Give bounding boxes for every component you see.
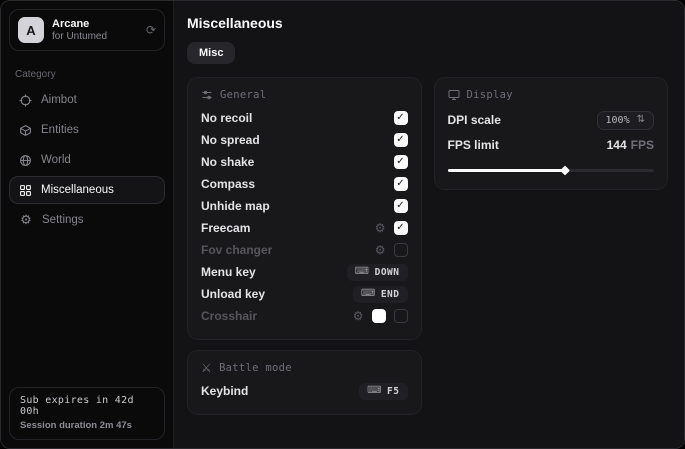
no-recoil-checkbox[interactable]: ✓ [394, 111, 408, 125]
check-icon: ✓ [396, 179, 404, 189]
setting-row-keybind: Keybind ⌨ F5 [201, 380, 408, 402]
battle-panel-title: Battle mode [219, 362, 292, 374]
crosshair-checkbox[interactable] [394, 309, 408, 323]
setting-row-compass: Compass ✓ [201, 173, 408, 195]
sidebar-item-label: Settings [42, 214, 84, 226]
setting-row-dpi-scale: DPI scale 100% ⇅ [448, 107, 655, 133]
freecam-gear-icon[interactable]: ⚙ [375, 222, 386, 234]
fov-changer-gear-icon[interactable]: ⚙ [375, 244, 386, 256]
compass-checkbox[interactable]: ✓ [394, 177, 408, 191]
menu-key-button[interactable]: ⌨ DOWN [347, 264, 408, 281]
subscription-card: Sub expires in 42d 00h Session duration … [9, 387, 165, 440]
fps-unit: FPS [631, 138, 654, 152]
setting-row-crosshair: Crosshair ⚙ [201, 305, 408, 327]
setting-row-unhide-map: Unhide map ✓ [201, 195, 408, 217]
battle-panel-header: ⚔ Battle mode [201, 362, 408, 374]
tab-misc[interactable]: Misc [187, 42, 235, 64]
dpi-scale-select[interactable]: 100% ⇅ [597, 111, 654, 130]
crosshair-icon [19, 94, 32, 107]
sidebar-nav: Aimbot Entities World Miscellaneous [1, 86, 173, 234]
sidebar-item-label: Miscellaneous [41, 184, 114, 196]
sliders-icon [201, 89, 213, 101]
keyboard-icon: ⌨ [367, 386, 382, 396]
setting-row-no-recoil: No recoil ✓ [201, 107, 408, 129]
keyboard-icon: ⌨ [361, 289, 376, 299]
sidebar-item-miscellaneous[interactable]: Miscellaneous [9, 176, 165, 204]
brand-card[interactable]: A Arcane for Untumed ⟳ [9, 9, 165, 51]
no-shake-checkbox[interactable]: ✓ [394, 155, 408, 169]
slider-thumb[interactable] [560, 166, 570, 176]
page-title: Miscellaneous [187, 15, 668, 31]
general-panel-header: General [201, 89, 408, 101]
setting-row-fps-limit: FPS limit 144FPS [448, 133, 655, 157]
no-spread-checkbox[interactable]: ✓ [394, 133, 408, 147]
crosshair-color-swatch[interactable] [372, 309, 386, 323]
session-duration-text: Session duration 2m 47s [20, 420, 154, 431]
sidebar-item-settings[interactable]: ⚙ Settings [9, 206, 165, 234]
tab-bar: Misc [187, 42, 668, 64]
refresh-icon[interactable]: ⟳ [146, 24, 156, 36]
battle-keybind-button[interactable]: ⌨ F5 [359, 383, 407, 400]
brand-text: Arcane for Untumed [52, 18, 138, 42]
keyboard-icon: ⌨ [355, 267, 370, 277]
check-icon: ✓ [396, 135, 404, 145]
setting-row-no-shake: No shake ✓ [201, 151, 408, 173]
sidebar-item-world[interactable]: World [9, 146, 165, 174]
monitor-icon [448, 89, 460, 101]
display-panel-title: Display [467, 89, 513, 101]
category-label: Category [15, 69, 159, 80]
setting-row-freecam: Freecam ⚙ ✓ [201, 217, 408, 239]
gear-icon: ⚙ [19, 214, 33, 227]
avatar: A [18, 17, 44, 43]
setting-row-fov-changer: Fov changer ⚙ [201, 239, 408, 261]
check-icon: ✓ [396, 113, 404, 123]
updown-arrows-icon: ⇅ [637, 115, 645, 125]
brand-subtitle: for Untumed [52, 31, 138, 43]
unhide-map-checkbox[interactable]: ✓ [394, 199, 408, 213]
sidebar-item-label: Aimbot [41, 94, 77, 106]
unload-key-button[interactable]: ⌨ END [353, 286, 408, 303]
sub-expiry-text: Sub expires in 42d 00h [20, 395, 154, 417]
general-panel-title: General [220, 89, 266, 101]
sidebar: A Arcane for Untumed ⟳ Category Aimbot E… [1, 1, 174, 448]
display-panel-header: Display [448, 89, 655, 101]
brand-title: Arcane [52, 18, 138, 31]
check-icon: ✓ [396, 223, 404, 233]
check-icon: ✓ [396, 157, 404, 167]
setting-row-no-spread: No spread ✓ [201, 129, 408, 151]
box-icon [19, 124, 32, 137]
battle-mode-panel: ⚔ Battle mode Keybind ⌨ F5 [187, 350, 422, 415]
globe-icon [19, 154, 32, 167]
sidebar-item-entities[interactable]: Entities [9, 116, 165, 144]
sword-icon: ⚔ [201, 362, 212, 374]
setting-row-unload-key: Unload key ⌨ END [201, 283, 408, 305]
sidebar-item-label: World [41, 154, 71, 166]
general-panel: General No recoil ✓ No spread ✓ No shake… [187, 77, 422, 340]
slider-fill [448, 169, 566, 172]
grid-icon [19, 184, 32, 197]
app-window: A Arcane for Untumed ⟳ Category Aimbot E… [0, 0, 685, 449]
fov-changer-checkbox[interactable] [394, 243, 408, 257]
fps-value: 144 [607, 138, 627, 152]
check-icon: ✓ [396, 201, 404, 211]
display-panel: Display DPI scale 100% ⇅ FPS limit [434, 77, 669, 190]
sidebar-item-label: Entities [41, 124, 79, 136]
fps-limit-slider[interactable] [448, 163, 655, 177]
crosshair-gear-icon[interactable]: ⚙ [353, 310, 364, 322]
sidebar-item-aimbot[interactable]: Aimbot [9, 86, 165, 114]
freecam-checkbox[interactable]: ✓ [394, 221, 408, 235]
setting-row-menu-key: Menu key ⌨ DOWN [201, 261, 408, 283]
main-content: Miscellaneous Misc General No recoil [174, 1, 684, 448]
